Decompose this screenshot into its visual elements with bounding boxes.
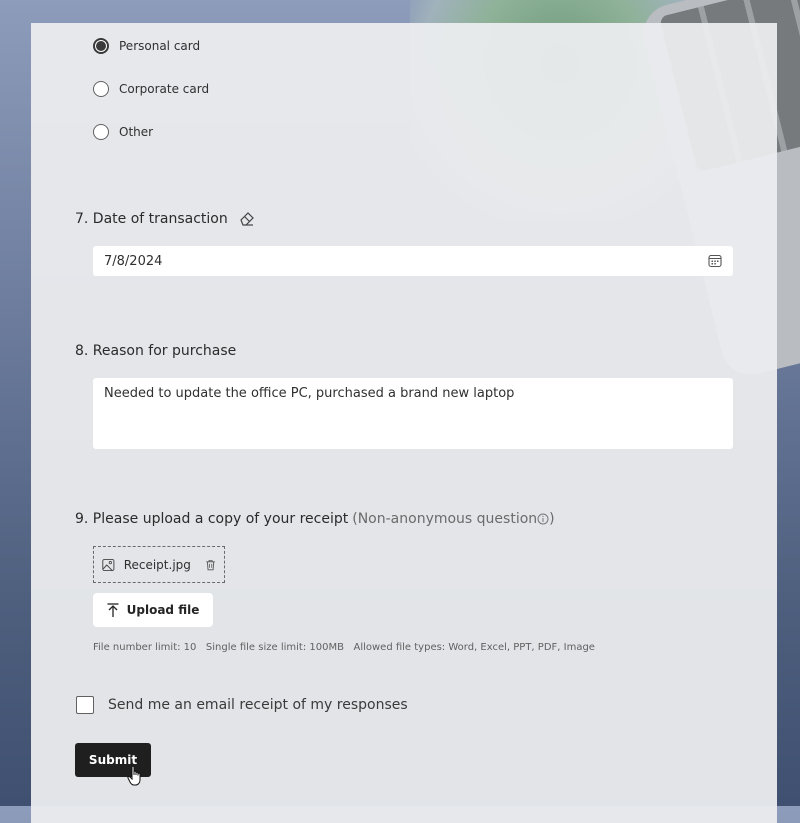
upload-file-label: Upload file: [126, 603, 200, 617]
calendar-icon[interactable]: [708, 254, 722, 268]
upload-limits-text: File number limit: 10 Single file size l…: [93, 642, 595, 653]
reason-textarea[interactable]: Needed to update the office PC, purchase…: [93, 378, 733, 449]
non-anonymous-note-end: ): [549, 511, 555, 527]
email-receipt-checkbox[interactable]: [76, 696, 94, 714]
upload-file-button[interactable]: Upload file: [93, 593, 213, 627]
eraser-icon[interactable]: [238, 210, 256, 228]
radio-label: Other: [119, 125, 154, 139]
radio-unselected-icon[interactable]: [93, 81, 109, 97]
date-value: 7/8/2024: [104, 253, 163, 269]
question-9-title: 9. Please upload a copy of your receipt …: [75, 511, 555, 527]
question-7-title: 7. Date of transaction: [75, 210, 256, 228]
email-receipt-option[interactable]: Send me an email receipt of my responses: [76, 696, 408, 714]
radio-corporate-card[interactable]: Corporate card: [93, 81, 209, 97]
file-name: Receipt.jpg: [123, 557, 191, 572]
reason-value: Needed to update the office PC, purchase…: [104, 386, 515, 401]
question-title-text: 8. Reason for purchase: [75, 343, 237, 359]
uploaded-file-chip[interactable]: Receipt.jpg: [93, 546, 225, 583]
form-card: Personal card Corporate card Other 7. Da…: [31, 23, 777, 823]
non-anonymous-note: (Non-anonymous question: [352, 511, 538, 527]
date-input[interactable]: 7/8/2024: [93, 246, 733, 276]
radio-label: Corporate card: [119, 82, 210, 96]
upload-arrow-icon: [107, 603, 119, 617]
info-icon[interactable]: [537, 513, 549, 525]
radio-personal-card[interactable]: Personal card: [93, 38, 200, 54]
hand-pointer-cursor-icon: [127, 765, 141, 786]
trash-icon[interactable]: [205, 558, 216, 572]
radio-unselected-icon[interactable]: [93, 124, 109, 140]
radio-other[interactable]: Other: [93, 124, 153, 140]
question-8-title: 8. Reason for purchase: [75, 343, 236, 359]
email-receipt-label: Send me an email receipt of my responses: [108, 697, 408, 713]
question-title-text: 7. Date of transaction: [75, 211, 228, 227]
question-title-text: 9. Please upload a copy of your receipt: [75, 511, 349, 527]
radio-label: Personal card: [119, 39, 201, 53]
radio-selected-icon[interactable]: [93, 38, 109, 54]
image-file-icon: [102, 558, 115, 571]
